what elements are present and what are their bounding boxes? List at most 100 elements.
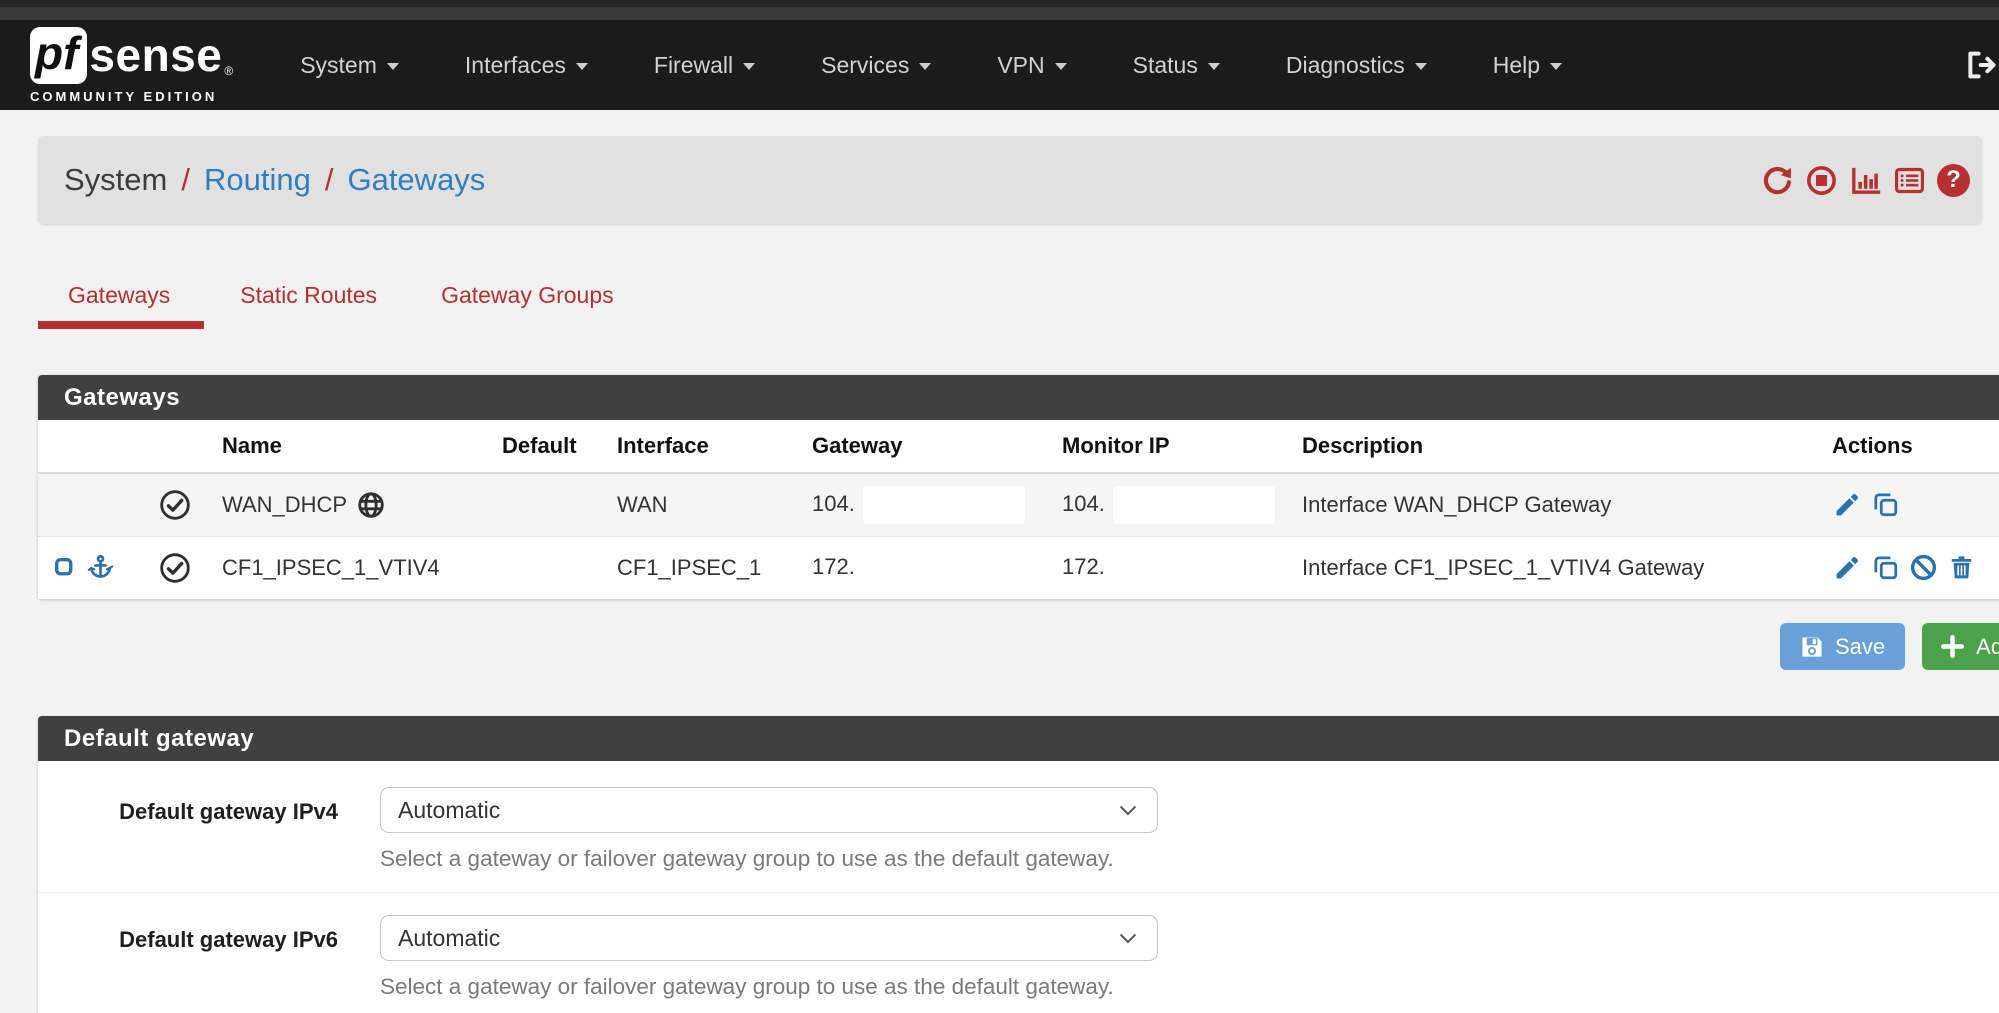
tab-bar: Gateways Static Routes Gateway Groups <box>38 272 1999 329</box>
breadcrumb-separator: / <box>181 162 190 198</box>
default-gateway-ipv6-select[interactable]: Automatic <box>380 915 1158 961</box>
default-gateway-form: Default gateway IPv4 Automatic Select a … <box>38 761 1999 1013</box>
static-route-icon <box>52 555 77 580</box>
table-header-row: Name Default Interface Gateway Monitor I… <box>38 420 1999 473</box>
plus-icon <box>1940 634 1965 659</box>
copy-icon[interactable] <box>1870 552 1901 583</box>
gateway-online-icon <box>158 551 202 585</box>
table-actions: Save Add <box>1780 623 1999 670</box>
chevron-down-icon <box>743 63 755 70</box>
nav-item-help[interactable]: Help <box>1460 20 1595 110</box>
stop-icon[interactable] <box>1805 164 1838 197</box>
gateway-address: 104. <box>812 491 855 516</box>
chevron-down-icon <box>1415 63 1427 70</box>
field-help-text: Select a gateway or failover gateway gro… <box>380 846 1158 872</box>
table-row: WAN_DHCP WAN 104. 104. Interface WAN_DHC… <box>38 473 1999 536</box>
field-label: Default gateway IPv6 <box>38 915 338 1000</box>
nav-item-status[interactable]: Status <box>1100 20 1253 110</box>
default-gateway-panel: Default gateway Default gateway IPv4 Aut… <box>38 716 1999 1013</box>
gateway-description: Interface WAN_DHCP Gateway <box>1292 473 1822 536</box>
nav-item-system[interactable]: System <box>267 20 432 110</box>
breadcrumb-separator: / <box>325 162 334 198</box>
page-content: System / Routing / Gateways <box>0 110 1999 1013</box>
gateway-interface: WAN <box>607 473 802 536</box>
nav-item-label: Services <box>821 52 909 79</box>
copy-icon[interactable] <box>1870 489 1901 520</box>
col-header-description: Description <box>1292 420 1822 473</box>
disable-icon[interactable] <box>1908 552 1939 583</box>
page-title: System / Routing / Gateways <box>64 162 485 198</box>
breadcrumb-link-routing[interactable]: Routing <box>204 162 311 198</box>
col-header-gateway: Gateway <box>802 420 1052 473</box>
tab-gateway-groups[interactable]: Gateway Groups <box>413 272 642 329</box>
redacted-value <box>863 486 1025 524</box>
save-icon <box>1800 635 1824 659</box>
monitor-ip: 172. <box>1062 554 1105 579</box>
gateway-address: 172. <box>812 554 855 579</box>
page-header-actions: ? <box>1761 164 1970 197</box>
table-row: CF1_IPSEC_1_VTIV4 CF1_IPSEC_1 172. 172. … <box>38 536 1999 599</box>
chevron-down-icon <box>919 63 931 70</box>
nav-item-diagnostics[interactable]: Diagnostics <box>1253 20 1460 110</box>
nav-item-interfaces[interactable]: Interfaces <box>432 20 621 110</box>
breadcrumb-link-gateways[interactable]: Gateways <box>347 162 485 198</box>
default-gateway-ipv4-select[interactable]: Automatic <box>380 787 1158 833</box>
field-default-gateway-ipv6: Default gateway IPv6 Automatic Select a … <box>38 892 1999 1013</box>
logo-edition: COMMUNITY EDITION <box>30 89 233 104</box>
edit-icon[interactable] <box>1832 552 1863 583</box>
chevron-down-icon <box>1055 63 1067 70</box>
nav-menu: System Interfaces Firewall Services VPN … <box>267 20 1595 110</box>
save-button[interactable]: Save <box>1780 623 1905 670</box>
select-value: Automatic <box>398 797 500 824</box>
navbar: pf sense ® COMMUNITY EDITION System Inte… <box>0 20 1999 110</box>
col-header-default: Default <box>492 420 607 473</box>
log-list-icon[interactable] <box>1893 164 1926 197</box>
field-default-gateway-ipv4: Default gateway IPv4 Automatic Select a … <box>38 765 1999 892</box>
gateways-table: Name Default Interface Gateway Monitor I… <box>38 420 1999 599</box>
row-actions <box>1832 552 1999 583</box>
nav-item-vpn[interactable]: VPN <box>964 20 1099 110</box>
chevron-down-icon <box>387 63 399 70</box>
monitor-ip: 104. <box>1062 491 1105 516</box>
gateway-online-icon <box>158 488 202 522</box>
default-gateway-panel-title: Default gateway <box>38 716 1999 761</box>
gateways-panel: Gateways Name Default Interface Gateway … <box>38 375 1999 599</box>
nav-item-firewall[interactable]: Firewall <box>621 20 788 110</box>
pfsense-logo[interactable]: pf sense ® COMMUNITY EDITION <box>30 27 233 104</box>
sign-out-icon[interactable] <box>1963 48 1997 82</box>
chevron-down-icon <box>1119 933 1137 944</box>
globe-icon <box>356 490 386 520</box>
breadcrumb: System / Routing / Gateways <box>38 136 1982 224</box>
chevron-down-icon <box>1119 805 1137 816</box>
top-strip <box>0 0 1999 20</box>
gateway-interface: CF1_IPSEC_1 <box>607 536 802 599</box>
col-header-monitor-ip: Monitor IP <box>1052 420 1292 473</box>
chevron-down-icon <box>576 63 588 70</box>
col-header-actions: Actions <box>1822 420 1999 473</box>
chevron-down-icon <box>1208 63 1220 70</box>
chevron-down-icon <box>1550 63 1562 70</box>
anchor-icon <box>86 553 115 582</box>
nav-item-services[interactable]: Services <box>788 20 964 110</box>
breadcrumb-section: System <box>64 162 167 198</box>
add-button-label: Add <box>1976 634 1999 660</box>
nav-item-label: System <box>300 52 377 79</box>
nav-item-label: VPN <box>997 52 1044 79</box>
row-actions <box>1832 489 1999 520</box>
gateway-default <box>492 536 607 599</box>
chart-bar-icon[interactable] <box>1849 164 1882 197</box>
tab-static-routes[interactable]: Static Routes <box>212 272 405 329</box>
gateway-name: CF1_IPSEC_1_VTIV4 <box>212 536 492 599</box>
help-icon[interactable]: ? <box>1937 164 1970 197</box>
redacted-value <box>863 549 1025 587</box>
nav-item-label: Firewall <box>654 52 733 79</box>
edit-icon[interactable] <box>1832 489 1863 520</box>
add-button[interactable]: Add <box>1922 623 1999 670</box>
delete-icon[interactable] <box>1946 552 1977 583</box>
nav-item-label: Interfaces <box>465 52 566 79</box>
logo-pf: pf <box>30 27 87 84</box>
tab-gateways[interactable]: Gateways <box>38 272 204 329</box>
nav-item-label: Status <box>1133 52 1198 79</box>
nav-item-label: Diagnostics <box>1286 52 1405 79</box>
refresh-icon[interactable] <box>1761 164 1794 197</box>
